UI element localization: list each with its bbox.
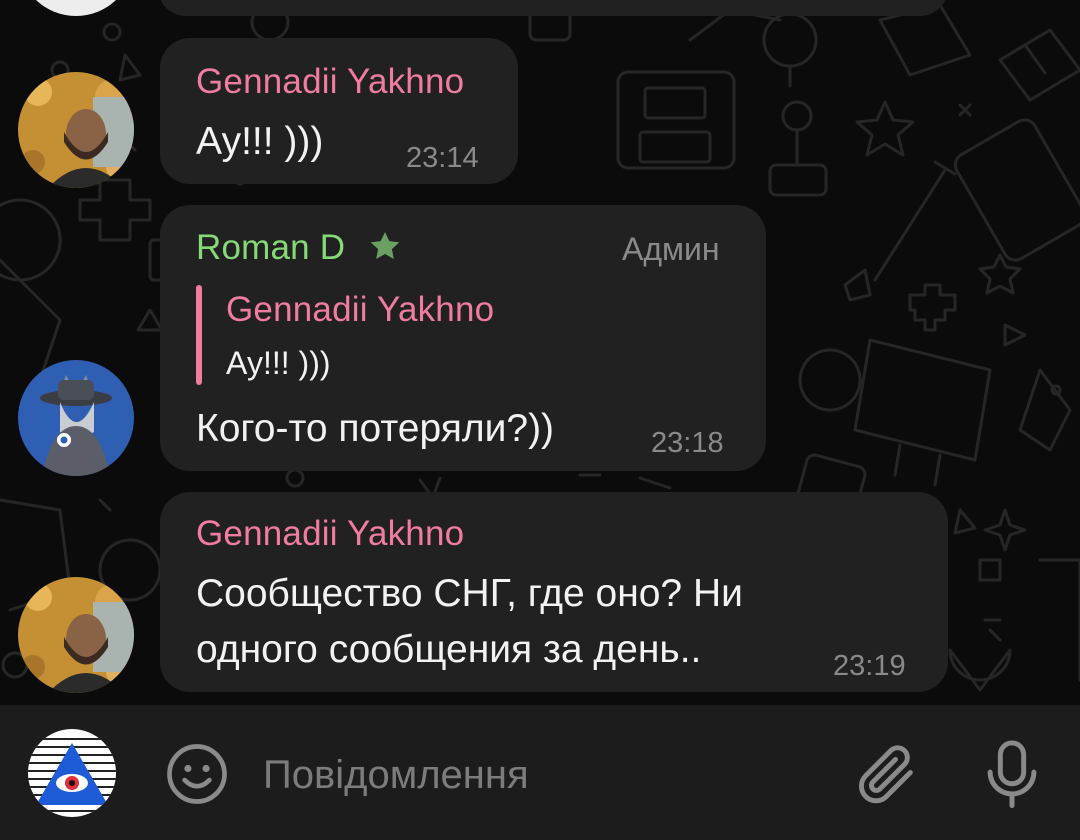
channel-logo-icon <box>28 729 116 817</box>
message-time: 23:14 <box>406 142 479 174</box>
avatar-gennadii-image <box>18 72 134 188</box>
message-bubble[interactable]: Gennadii Yakhno Сообщество СНГ, где оно?… <box>160 492 948 692</box>
message-input[interactable]: Повідомлення <box>263 753 529 798</box>
message-text: Кого-то потеряли?)) <box>196 407 555 450</box>
avatar-gennadii[interactable] <box>18 72 134 188</box>
message-text: Ау!!! ))) <box>196 120 324 163</box>
reply-sender-name: Gennadii Yakhno <box>226 290 495 329</box>
smiley-icon[interactable] <box>164 741 230 807</box>
reply-text: Ау!!! ))) <box>226 345 331 381</box>
sender-name[interactable]: Gennadii Yakhno <box>196 514 464 554</box>
avatar-roman-image <box>18 360 134 476</box>
sender-name[interactable]: Roman D <box>196 228 345 268</box>
reply-preview[interactable]: Gennadii Yakhno Ау!!! ))) <box>196 283 596 387</box>
admin-star-icon <box>370 232 400 259</box>
admin-role-label: Админ <box>622 231 720 267</box>
message-time: 23:18 <box>651 427 724 459</box>
reply-accent-bar <box>196 285 202 385</box>
message-bubble-previous[interactable] <box>158 0 948 16</box>
message-input-bar: Повідомлення <box>0 705 1080 840</box>
send-as-channel-avatar[interactable] <box>28 729 116 817</box>
avatar-gennadii-image <box>18 577 134 693</box>
paperclip-icon[interactable] <box>852 739 922 809</box>
message-time: 23:19 <box>833 650 906 682</box>
message-bubble[interactable]: Gennadii Yakhno Ау!!! ))) 23:14 <box>160 38 518 184</box>
message-text-line: Сообщество СНГ, где оно? Ни <box>196 572 743 615</box>
microphone-icon[interactable] <box>977 737 1047 813</box>
sender-name[interactable]: Gennadii Yakhno <box>196 62 464 102</box>
avatar-gennadii[interactable] <box>18 577 134 693</box>
message-bubble[interactable]: Roman D Админ Gennadii Yakhno Ау!!! ))) … <box>160 205 766 471</box>
avatar-roman[interactable] <box>18 360 134 476</box>
message-text-line: одного сообщения за день.. <box>196 628 702 671</box>
